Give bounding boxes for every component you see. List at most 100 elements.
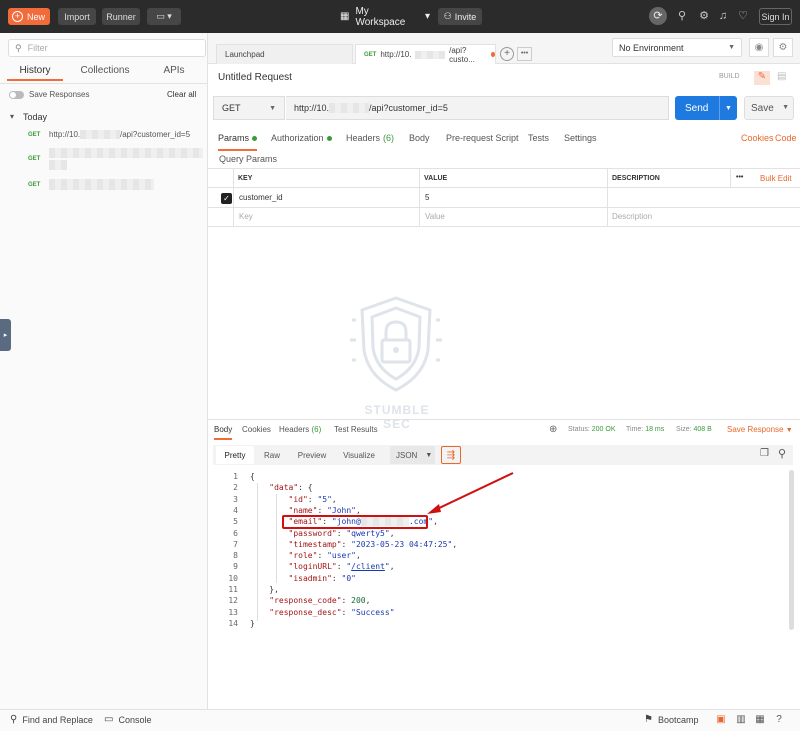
bell-icon[interactable]: ♫ [716, 9, 730, 23]
sidebar-expand-handle[interactable]: ▸ [0, 319, 11, 351]
workspace-switcher[interactable]: ▦ My Workspace ▾ [340, 6, 430, 28]
new-button[interactable]: + New [8, 8, 50, 25]
filter-input[interactable]: ⚲ Filter [8, 39, 206, 57]
response-tab-body[interactable]: Body [214, 425, 233, 440]
collapse-chevron-icon[interactable]: ▾ [10, 112, 14, 121]
find-replace-button[interactable]: ⚲ Find and Replace [10, 714, 93, 725]
bootcamp-button[interactable]: ⚑ Bootcamp [644, 714, 699, 725]
method-select[interactable]: GET ▼ [213, 96, 285, 120]
new-window-button[interactable]: ▭ ▾ [147, 8, 181, 25]
sync-icon[interactable]: ⟳ [649, 7, 667, 25]
two-pane-icon[interactable]: ▥ [735, 714, 747, 726]
satellite-icon[interactable]: ⚲ [675, 9, 689, 23]
code-token: : [307, 494, 318, 504]
tab-body[interactable]: Body [409, 133, 430, 151]
console-button[interactable]: ▭ Console [104, 714, 151, 725]
edit-icon[interactable]: ✎ [754, 71, 770, 85]
code-token: "0" [341, 573, 356, 583]
cookies-link[interactable]: Cookies [741, 133, 774, 143]
response-tab-headers[interactable]: Headers (6) [279, 425, 321, 440]
tab-active-request[interactable]: GET http://10. /api?custo... [355, 44, 496, 64]
import-button[interactable]: Import [58, 8, 96, 25]
line-number: 7 [233, 539, 238, 549]
view-visualize[interactable]: Visualize [336, 446, 382, 464]
code-token: , [365, 596, 371, 606]
tab-apis[interactable]: APIs [150, 65, 198, 81]
view-preview[interactable]: Preview [292, 446, 332, 464]
description-placeholder[interactable]: Description [612, 212, 652, 221]
format-select[interactable]: JSON ▼ [390, 446, 435, 464]
tab-history[interactable]: History [7, 65, 63, 81]
clear-all-link[interactable]: Clear all [167, 90, 196, 99]
view-pretty[interactable]: Pretty [216, 446, 254, 464]
history-item[interactable]: GET http://10. /api?customer_id=5 [0, 127, 208, 143]
more-tabs-icon[interactable]: ••• [517, 47, 532, 61]
tab-params[interactable]: Params [218, 133, 258, 151]
authorization-label: Authorization [271, 133, 324, 143]
value-placeholder[interactable]: Value [425, 212, 445, 221]
add-tab-icon[interactable]: + [500, 47, 514, 61]
tab-tests[interactable]: Tests [528, 133, 549, 151]
param-key[interactable]: customer_id [239, 193, 283, 202]
scrollbar[interactable] [789, 470, 794, 630]
chevron-down-icon[interactable]: ▼ [719, 96, 737, 120]
chevron-down-icon[interactable]: ▼ [782, 104, 789, 111]
save-responses-toggle[interactable] [9, 91, 24, 99]
save-button[interactable]: Save ▼ [744, 96, 794, 120]
send-button[interactable]: Send ▼ [675, 96, 737, 120]
tab-launchpad[interactable]: Launchpad [216, 44, 353, 64]
redacted-block [49, 179, 154, 190]
tab-authorization[interactable]: Authorization [271, 133, 332, 151]
console-label: Console [118, 714, 152, 725]
more-options-icon[interactable]: ••• [736, 174, 743, 181]
environment-select[interactable]: No Environment ▼ [612, 38, 742, 57]
build-mode-icon[interactable]: ▣ [715, 714, 727, 726]
globe-icon[interactable]: ⊕ [549, 424, 557, 435]
grid-layout-icon[interactable]: ▦ [754, 714, 766, 726]
invite-label: Invite [454, 11, 477, 22]
param-checkbox[interactable]: ✓ [221, 193, 232, 204]
code-token: , [389, 528, 395, 538]
status-dot-icon [252, 136, 258, 141]
url-input[interactable]: http://10. /api?customer_id=5 [286, 96, 669, 120]
view-raw[interactable]: Raw [257, 446, 287, 464]
search-icon[interactable]: ⚲ [778, 447, 786, 460]
settings-icon[interactable]: ⚙ [697, 9, 711, 23]
code-text: "timestamp": "2023-05-23 04:47:25", [250, 539, 458, 550]
tab-headers[interactable]: Headers (6) [346, 133, 394, 151]
tab-pre-request-script[interactable]: Pre-request Script [446, 133, 519, 151]
tab-settings[interactable]: Settings [564, 133, 597, 151]
code-token: "data" [269, 483, 299, 493]
comments-icon[interactable]: ▤ [777, 71, 786, 82]
heart-icon[interactable]: ♡ [736, 9, 750, 23]
sign-in-button[interactable]: Sign In [759, 8, 792, 25]
runner-button[interactable]: Runner [102, 8, 140, 25]
invite-button[interactable]: ⚇ Invite [438, 8, 482, 25]
response-tab-test-results[interactable]: Test Results [334, 425, 378, 440]
help-icon[interactable]: ? [773, 714, 785, 726]
history-item[interactable]: GET [0, 146, 208, 172]
line-number: 3 [233, 494, 238, 504]
save-response-button[interactable]: Save Response ▼ [727, 425, 793, 434]
response-tab-cookies[interactable]: Cookies [242, 425, 271, 440]
response-time: Time: 18 ms [626, 426, 664, 433]
code-text: { [250, 471, 255, 482]
chevron-down-icon: ▼ [425, 451, 433, 459]
status-value: 200 OK [591, 426, 616, 433]
code-link[interactable]: Code [775, 133, 797, 143]
copy-icon[interactable]: ❐ [760, 448, 769, 459]
tab-collections[interactable]: Collections [73, 65, 137, 81]
settings-icon[interactable]: ⚙ [773, 38, 793, 57]
method-tag: GET [28, 156, 41, 162]
key-placeholder[interactable]: Key [239, 212, 253, 221]
wrap-lines-icon[interactable]: ⇶ [441, 446, 461, 464]
code-token: : [341, 607, 352, 617]
params-label: Params [218, 133, 250, 143]
bulk-edit-link[interactable]: Bulk Edit [760, 174, 792, 183]
eye-icon[interactable]: ◉ [749, 38, 769, 57]
history-item[interactable]: GET [0, 177, 208, 193]
param-value[interactable]: 5 [425, 193, 429, 202]
